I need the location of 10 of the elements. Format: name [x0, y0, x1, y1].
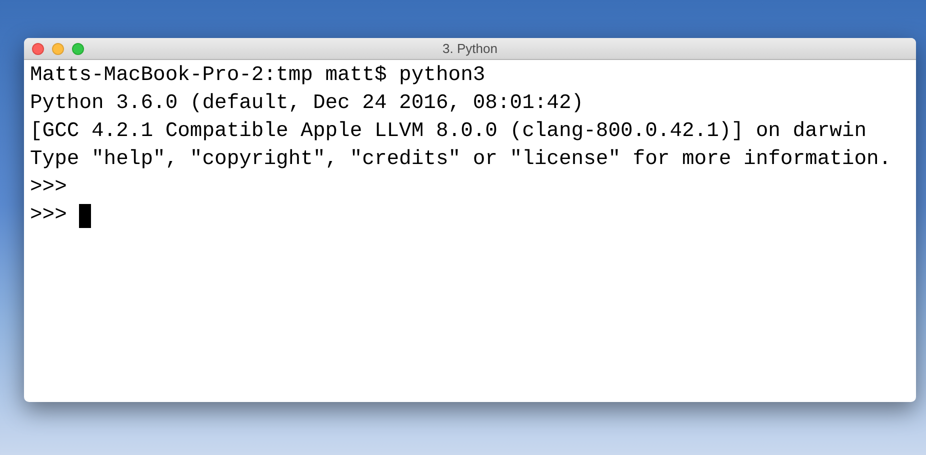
minimize-button[interactable] [52, 43, 64, 55]
terminal-line: Python 3.6.0 (default, Dec 24 2016, 08:01:42) [30, 91, 584, 117]
terminal-line: >>> [30, 203, 67, 229]
terminal-line: Matts-MacBook-Pro-2:tmp matt$ python3 [30, 63, 486, 89]
terminal-line: [GCC 4.2.1 Compatible Apple LLVM 8.0.0 (clang-800.0.42.1)] on darwin [30, 119, 867, 145]
close-button[interactable] [32, 43, 44, 55]
terminal-line: Type "help", "copyright", "credits" or "license" for more information. [30, 147, 892, 173]
zoom-button[interactable] [72, 43, 84, 55]
terminal-line: >>> [30, 175, 67, 201]
window-title: 3. Python [442, 40, 498, 58]
